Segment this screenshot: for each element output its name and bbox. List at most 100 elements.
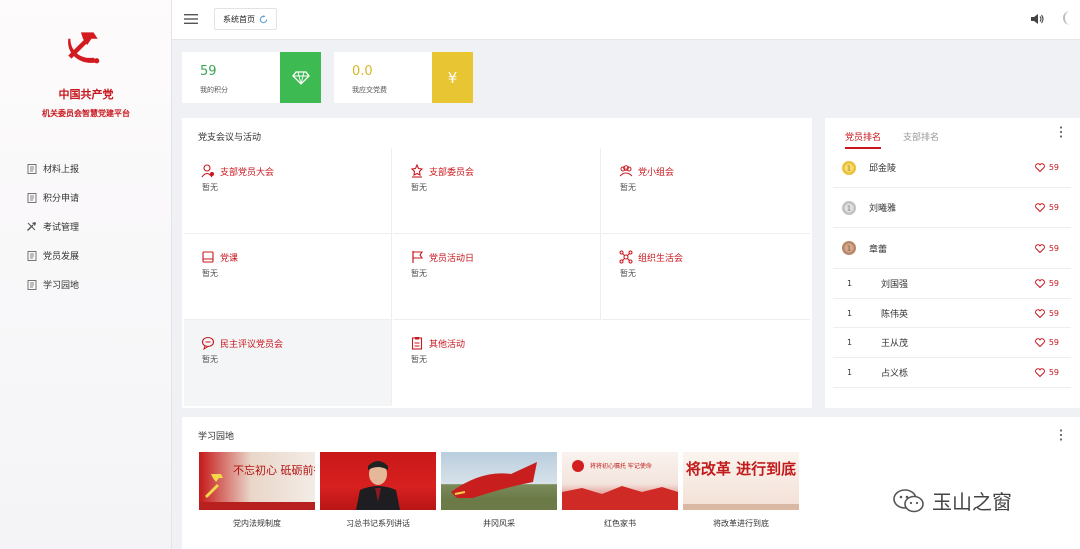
- meeting-label: 党课: [220, 253, 239, 264]
- member-name: 刘曦雅: [869, 204, 897, 214]
- document-icon: [26, 279, 37, 290]
- sidebar-item-materials[interactable]: 材料上报: [26, 154, 79, 183]
- meeting-cell-democratic-review[interactable]: 民主评议党员会 暂无: [184, 320, 392, 406]
- bronze-medal-icon: 1: [842, 241, 856, 255]
- ranking-tabs: 党员排名 支部排名: [845, 130, 961, 149]
- heart-icon: [1034, 163, 1045, 172]
- diamond-icon: [291, 70, 310, 85]
- moon-icon[interactable]: [1062, 10, 1074, 26]
- rank-number: 1: [847, 279, 853, 288]
- meeting-cell-group[interactable]: 党小组会 暂无: [602, 148, 810, 234]
- heart-icon: [1034, 243, 1045, 253]
- score-value: 59: [1048, 308, 1059, 318]
- document-icon: [26, 163, 37, 174]
- banner-text: 不忘初心 砥砺前行: [233, 463, 315, 477]
- heart-icon: [1034, 203, 1045, 212]
- member-score: 59: [1034, 243, 1059, 253]
- meetings-panel: 党支会议与活动 支部党员大会 暂无 支部委员会 暂无 党小组会 暂无 党课 暂无…: [182, 118, 812, 408]
- meeting-cell-general-assembly[interactable]: 支部党员大会 暂无: [184, 148, 392, 234]
- rank-number: 1: [847, 308, 853, 318]
- score-value: 59: [1048, 368, 1059, 377]
- member-score: 59: [1034, 279, 1059, 288]
- sidebar-item-exams[interactable]: 考试管理: [26, 212, 79, 241]
- ranking-row: 1 王从茂 59: [833, 328, 1071, 358]
- score-value: 59: [1048, 203, 1059, 212]
- member-name: 刘国强: [881, 280, 909, 290]
- ranking-row: 1 陈伟英 59: [833, 299, 1071, 328]
- meeting-status: 暂无: [202, 269, 218, 278]
- member-score: 59: [1034, 203, 1059, 212]
- learning-thumb-speeches[interactable]: [320, 452, 436, 510]
- points-value: 59: [200, 64, 217, 79]
- meeting-cell-organization-life[interactable]: 组织生活会 暂无: [602, 234, 810, 320]
- tab-branch-ranking[interactable]: 支部排名: [903, 130, 939, 149]
- refresh-icon[interactable]: [259, 14, 268, 24]
- more-options-icon[interactable]: [1059, 126, 1063, 138]
- meeting-status: 暂无: [620, 269, 636, 278]
- meeting-label: 党小组会: [638, 167, 675, 178]
- silver-medal-icon: 1: [842, 200, 856, 215]
- meeting-cell-other[interactable]: 其他活动 暂无: [393, 320, 601, 406]
- ranking-row: 1 刘国强 59: [833, 269, 1071, 299]
- sidebar: 中国共产党 机关委员会智慧党建平台 材料上报 积分申请 考试管理 党员发展 学习…: [0, 0, 172, 549]
- ranking-row: 1 刘曦雅 59: [833, 188, 1071, 228]
- meeting-cell-lecture[interactable]: 党课 暂无: [184, 234, 392, 320]
- ranking-row: 1 章蕾 59: [833, 228, 1071, 269]
- sidebar-item-points[interactable]: 积分申请: [26, 183, 79, 212]
- member-score: 59: [1034, 163, 1059, 172]
- watermark-text: 玉山之窗: [932, 490, 1012, 514]
- sidebar-item-development[interactable]: 党员发展: [26, 241, 79, 270]
- stat-card-dues[interactable]: 0.0 我应交党费 ¥: [334, 52, 473, 103]
- member-score: 59: [1034, 368, 1059, 377]
- meetings-title: 党支会议与活动: [198, 133, 262, 143]
- learning-caption[interactable]: 井冈风采: [441, 518, 557, 529]
- clipboard-icon: [411, 337, 423, 350]
- meeting-label: 其他活动: [429, 339, 466, 350]
- more-options-icon[interactable]: [1059, 429, 1063, 441]
- member-name: 占义栎: [881, 369, 909, 379]
- tab-member-ranking[interactable]: 党员排名: [845, 130, 882, 149]
- learning-caption[interactable]: 红色家书: [562, 518, 678, 529]
- score-value: 59: [1048, 279, 1059, 288]
- svg-text:1: 1: [847, 204, 851, 212]
- speaker-icon[interactable]: [1030, 12, 1044, 26]
- reform-banner-image: 将改革 进行到底: [683, 460, 799, 510]
- meeting-label: 民主评议党员会: [220, 339, 284, 350]
- meeting-status: 暂无: [620, 183, 636, 192]
- member-score: 59: [1034, 308, 1059, 318]
- ranking-row: 1 邱金陵 59: [833, 148, 1071, 188]
- banner-text: 将改革 进行到底: [686, 460, 796, 478]
- meeting-cell-activity-day[interactable]: 党员活动日 暂无: [393, 234, 601, 320]
- sidebar-item-label: 积分申请: [43, 194, 80, 204]
- meeting-cell-committee[interactable]: 支部委员会 暂无: [393, 148, 601, 234]
- learning-thumb-jinggang[interactable]: [441, 452, 557, 510]
- meeting-status: 暂无: [411, 355, 427, 364]
- sidebar-item-learning[interactable]: 学习园地: [26, 270, 79, 299]
- member-name: 邱金陵: [869, 164, 897, 174]
- tab-home[interactable]: 系统首页: [214, 8, 277, 30]
- svg-text:1: 1: [847, 245, 851, 253]
- red-letters-banner-image: 将将初心嘱托 牢记使命: [562, 460, 678, 510]
- learning-title: 学习园地: [198, 432, 235, 442]
- learning-thumb-reform[interactable]: 将改革 进行到底: [683, 452, 799, 510]
- learning-caption[interactable]: 将改革进行到底: [683, 518, 799, 529]
- meeting-status: 暂无: [202, 355, 218, 364]
- stat-card-points[interactable]: 59 我的积分: [182, 52, 321, 103]
- score-value: 59: [1048, 338, 1059, 347]
- group-icon: [619, 165, 633, 177]
- meeting-status: 暂无: [411, 183, 427, 192]
- brand-subtitle: 机关委员会智慧党建平台: [42, 109, 130, 118]
- ranking-row: 1 占义栎 59: [833, 358, 1071, 388]
- learning-thumb-red-letters[interactable]: 将将初心嘱托 牢记使命: [562, 452, 678, 510]
- book-icon: [202, 251, 214, 263]
- ranking-panel: 党员排名 支部排名 1 邱金陵 59 1 刘曦雅 59 1 章蕾 59 1 刘国…: [825, 118, 1080, 408]
- learning-caption[interactable]: 习总书记系列讲话: [320, 518, 436, 529]
- star-person-icon: [410, 164, 424, 178]
- sidebar-item-label: 学习园地: [43, 281, 80, 291]
- learning-caption[interactable]: 党内法规制度: [199, 518, 315, 529]
- learning-thumb-regulations[interactable]: 不忘初心 砥砺前行: [199, 452, 315, 510]
- meeting-status: 暂无: [411, 269, 427, 278]
- member-score: 59: [1034, 338, 1059, 347]
- menu-icon[interactable]: [184, 13, 198, 25]
- banner-text: 将将初心嘱托 牢记使命: [590, 462, 652, 470]
